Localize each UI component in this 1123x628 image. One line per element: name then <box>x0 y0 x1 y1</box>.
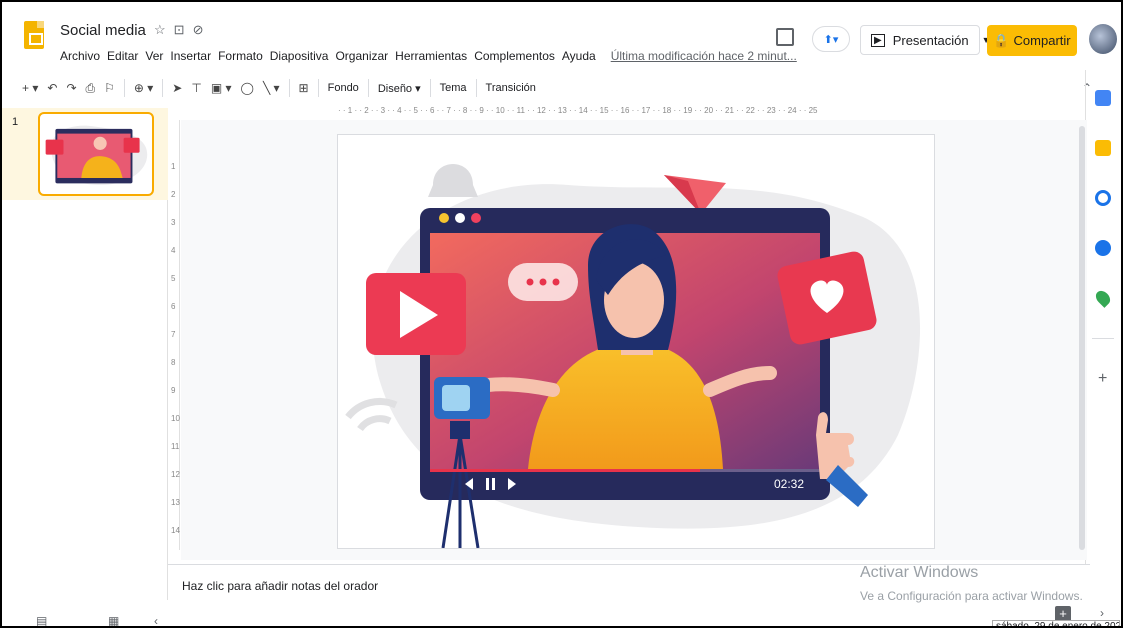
ruler-mark: 9 <box>171 386 176 395</box>
vertical-scrollbar[interactable] <box>1079 126 1085 550</box>
menu-ayuda[interactable]: Ayuda <box>562 49 596 63</box>
play-icon: ▶ <box>871 33 885 47</box>
zoom-icon[interactable]: ⊕ ▾ <box>134 81 153 95</box>
slide-canvas[interactable]: 02:32 <box>338 135 934 549</box>
print-icon[interactable]: ⎙ <box>86 81 96 96</box>
comments-icon[interactable] <box>776 28 794 46</box>
ruler-mark: 6 <box>171 302 176 311</box>
bell-icon <box>428 164 478 197</box>
ruler-mark: 1 <box>171 162 176 171</box>
star-icon[interactable]: ☆ <box>154 22 166 38</box>
video-time: 02:32 <box>774 477 804 491</box>
date-tooltip: sábado, 29 de enero de 2022 <box>992 620 1120 626</box>
document-title[interactable]: Social media <box>60 22 146 39</box>
select-icon[interactable]: ➤ <box>172 81 182 95</box>
present-label: Presentación <box>892 32 969 48</box>
menu-herramientas[interactable]: Herramientas <box>395 49 467 63</box>
redo-icon[interactable]: ↷ <box>66 81 76 95</box>
image-icon[interactable]: ▣ ▾ <box>211 81 232 95</box>
toolbar-divider <box>475 79 477 97</box>
paint-format-icon[interactable]: ⚐ <box>104 81 115 95</box>
thumbnail-illustration <box>45 125 148 185</box>
shape-icon[interactable]: ◯ <box>241 81 254 95</box>
notes-placeholder[interactable]: Haz clic para añadir notas del orador <box>182 579 378 593</box>
side-panel-divider <box>1092 338 1114 339</box>
contacts-icon[interactable] <box>1095 240 1111 256</box>
slides-logo-icon[interactable] <box>24 21 44 49</box>
background-button[interactable]: Fondo <box>328 82 359 94</box>
ruler-top: · · 1 · · 2 · · 3 · · 4 · · 5 · · 6 · · … <box>338 106 818 115</box>
toolbar-divider <box>367 79 369 97</box>
theme-button[interactable]: Tema <box>440 82 467 94</box>
activation-watermark-title: Activar Windows <box>860 564 979 581</box>
line-icon[interactable]: ╲ ▾ <box>263 81 280 95</box>
menu-complementos[interactable]: Complementos <box>474 49 555 63</box>
filmstrip-view-icon[interactable]: ▤ <box>36 614 47 626</box>
title-actions: ☆ ⊡ ⊘ <box>154 22 203 38</box>
ruler-mark: 12 <box>171 470 180 479</box>
share-button[interactable]: 🔒 Compartir <box>987 25 1077 56</box>
ruler-mark: 2 <box>171 190 176 199</box>
add-addon-icon[interactable]: + <box>1098 370 1107 388</box>
maps-icon[interactable] <box>1093 288 1113 308</box>
slide-thumbnail[interactable] <box>38 112 154 196</box>
menu-organizar[interactable]: Organizar <box>335 49 388 63</box>
design-button[interactable]: Diseño ▾ <box>378 82 421 95</box>
ruler-mark: 14 <box>171 526 180 535</box>
toolbar-divider <box>123 79 125 97</box>
toolbar-divider <box>429 79 431 97</box>
ruler-left: 1 2 3 4 5 6 7 8 9 10 11 12 13 14 <box>170 120 180 550</box>
ruler-mark: 11 <box>171 442 180 451</box>
menu-formato[interactable]: Formato <box>218 49 263 63</box>
meet-button[interactable]: ⬆▾ <box>812 26 850 52</box>
text-box-icon[interactable]: ⊤ <box>191 81 201 95</box>
undo-icon[interactable]: ↶ <box>47 81 57 95</box>
ruler-mark: 3 <box>171 218 176 227</box>
side-panel: + › <box>1085 70 1121 626</box>
ruler-mark: 7 <box>171 330 176 339</box>
avatar[interactable] <box>1089 24 1117 54</box>
lock-icon: 🔒 <box>993 32 1010 48</box>
cloud-status-icon[interactable]: ⊘ <box>193 22 204 38</box>
menu-bar: Archivo Editar Ver Insertar Formato Diap… <box>60 49 797 63</box>
menu-diapositiva[interactable]: Diapositiva <box>270 49 329 63</box>
new-slide-icon[interactable]: + ▾ <box>22 81 38 95</box>
toolbar-divider <box>288 79 290 97</box>
move-icon[interactable]: ⊡ <box>174 22 185 38</box>
activation-watermark-subtitle: Ve a Configuración para activar Windows. <box>860 589 1083 603</box>
grid-view-icon[interactable]: ▦ <box>108 614 119 626</box>
transition-button[interactable]: Transición <box>486 82 536 94</box>
comment-add-icon[interactable]: ⊞ <box>299 81 309 95</box>
keep-icon[interactable] <box>1095 140 1111 156</box>
filmstrip-bottom-bar: ▤ ▦ ‹ <box>2 600 168 626</box>
ruler-mark: 4 <box>171 246 176 255</box>
app-window: Social media ☆ ⊡ ⊘ Archivo Editar Ver In… <box>0 0 1123 628</box>
toolbar-divider <box>162 79 164 97</box>
ruler-mark: 5 <box>171 274 176 283</box>
ruler-mark: 13 <box>171 498 180 507</box>
last-edit-link[interactable]: Última modificación hace 2 minut... <box>611 49 797 63</box>
slide-number: 1 <box>12 116 19 128</box>
calendar-icon[interactable] <box>1095 90 1111 106</box>
chevron-left-icon[interactable]: ‹ <box>154 614 158 626</box>
menu-editar[interactable]: Editar <box>107 49 138 63</box>
toolbar-divider <box>317 79 319 97</box>
ruler-mark: 10 <box>171 414 180 423</box>
chevron-right-icon[interactable]: › <box>1100 606 1104 620</box>
slide-illustration: 02:32 <box>345 164 921 549</box>
toolbar: + ▾ ↶ ↷ ⎙ ⚐ ⊕ ▾ ➤ ⊤ ▣ ▾ ◯ ╲ ▾ ⊞ Fondo Di… <box>22 74 1092 102</box>
design-label: Diseño <box>377 82 413 95</box>
header: Social media ☆ ⊡ ⊘ Archivo Editar Ver In… <box>2 2 1121 70</box>
menu-insertar[interactable]: Insertar <box>170 49 211 63</box>
menu-archivo[interactable]: Archivo <box>60 49 100 63</box>
menu-ver[interactable]: Ver <box>145 49 163 63</box>
filmstrip: 1 <box>2 108 168 600</box>
ruler-mark: 8 <box>171 358 176 367</box>
share-label: Compartir <box>1013 33 1071 48</box>
present-button[interactable]: ▶ Presentación ▼ <box>860 25 991 55</box>
tasks-icon[interactable] <box>1095 190 1111 206</box>
upload-icon: ⬆▾ <box>823 33 839 46</box>
